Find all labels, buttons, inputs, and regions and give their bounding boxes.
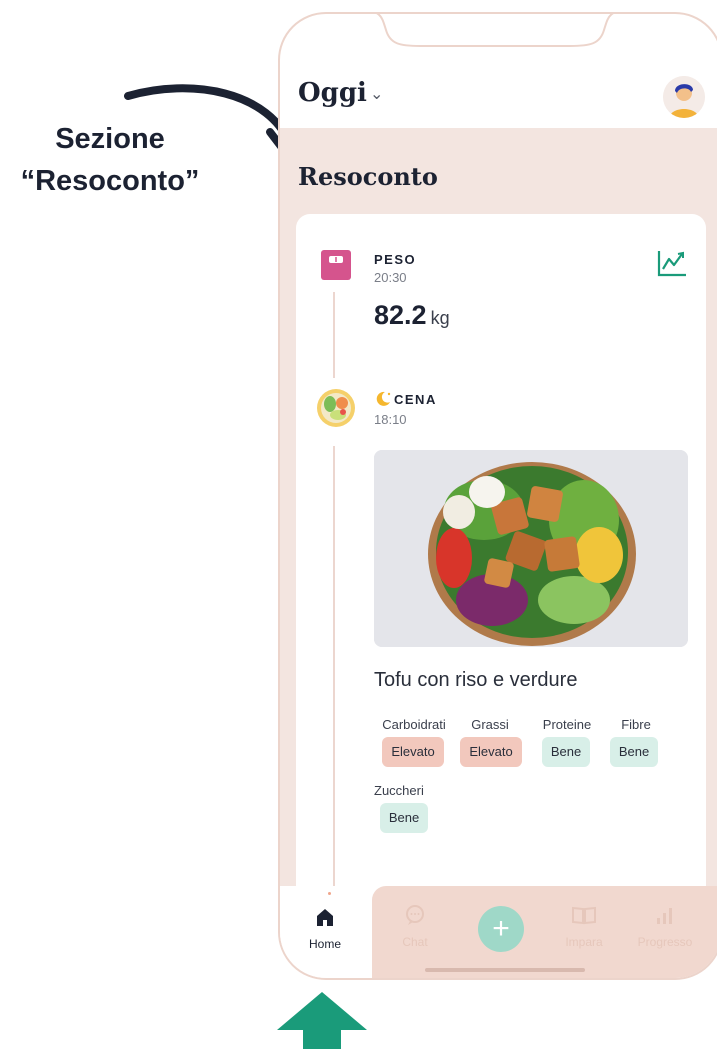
phone-notch xyxy=(376,14,614,47)
home-indicator-bar xyxy=(425,968,585,972)
meal-name: Tofu con riso e verdure xyxy=(374,669,578,691)
avatar[interactable] xyxy=(663,76,705,118)
nav-label-learn: Impara xyxy=(565,935,603,949)
nutrient-badge-proteins: Bene xyxy=(542,737,590,767)
meal-entry-time: 18:10 xyxy=(374,412,407,427)
salad-bowl-icon xyxy=(317,389,355,427)
up-arrow-icon xyxy=(277,992,367,1049)
section-title: Resoconto xyxy=(298,162,438,191)
nav-label-chat: Chat xyxy=(402,935,428,949)
meal-photo[interactable] xyxy=(374,450,688,647)
chat-icon xyxy=(406,905,424,925)
add-entry-button[interactable]: + xyxy=(478,906,524,952)
home-icon xyxy=(317,909,333,926)
home-indicator-dot xyxy=(328,892,331,895)
nav-home-tab[interactable]: Home xyxy=(280,886,372,978)
nutrient-badge-sugars: Bene xyxy=(380,803,428,833)
scale-icon xyxy=(321,250,351,280)
nav-item-home[interactable]: Home xyxy=(290,906,360,951)
nav-label-home: Home xyxy=(308,937,341,951)
weight-entry-time: 20:30 xyxy=(374,270,407,285)
nav-item-learn[interactable]: Impara xyxy=(549,904,619,949)
nutrient-badge-carbs: Elevato xyxy=(382,737,444,767)
chevron-down-icon[interactable]: ⌄ xyxy=(370,84,383,104)
weight-value: 82.2 kg xyxy=(374,300,450,331)
top-bar: Oggi ⌄ xyxy=(298,76,705,118)
timeline-line xyxy=(333,292,335,378)
phone-frame: Oggi ⌄ Resoconto PESO 20:30 82.2 kg CENA… xyxy=(278,12,717,980)
nutrient-label-sugars: Zuccheri xyxy=(374,783,424,798)
weight-entry-title: PESO xyxy=(374,252,417,267)
weight-unit: kg xyxy=(430,308,450,328)
avatar-icon xyxy=(663,76,705,118)
meal-entry-title: CENA xyxy=(394,392,437,407)
summary-card: PESO 20:30 82.2 kg CENA 18:10 Tofu con r… xyxy=(296,214,706,914)
date-selector-label[interactable]: Oggi xyxy=(298,78,367,108)
nutrient-badge-fats: Elevato xyxy=(460,737,522,767)
nutrient-badge-fiber: Bene xyxy=(610,737,658,767)
weight-number: 82.2 xyxy=(374,300,427,330)
nav-label-progress: Progresso xyxy=(637,935,693,949)
moon-icon xyxy=(376,391,391,406)
nav-item-chat[interactable]: Chat xyxy=(380,904,450,949)
chart-bars-icon xyxy=(657,908,672,924)
nutrient-label-fiber: Fibre xyxy=(621,717,651,732)
book-icon xyxy=(572,906,596,925)
nutrient-label-fats: Grassi xyxy=(471,717,509,732)
timeline-line xyxy=(333,446,335,896)
nav-item-progress[interactable]: Progresso xyxy=(630,904,700,949)
nav-inactive-area: Chat + Impara Progresso xyxy=(372,886,717,978)
plus-icon: + xyxy=(492,912,510,945)
nutrient-label-carbs: Carboidrati xyxy=(382,717,446,732)
bottom-nav: Home Chat + Impara Progresso xyxy=(280,886,717,978)
nutrient-label-proteins: Proteine xyxy=(542,717,592,732)
trend-chart-icon[interactable] xyxy=(656,248,688,278)
meal-photo-image xyxy=(374,450,688,647)
